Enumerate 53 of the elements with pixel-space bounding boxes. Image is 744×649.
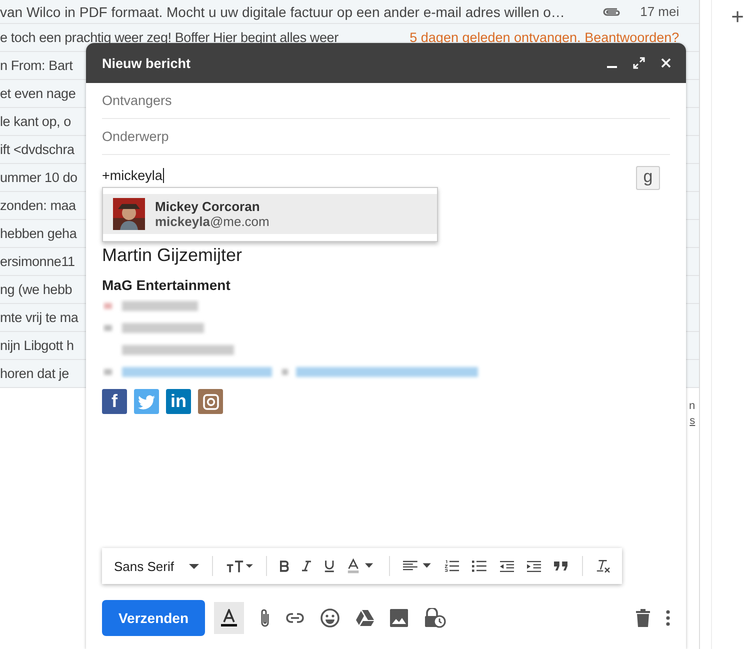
align-icon[interactable] xyxy=(403,560,432,572)
formatting-toggle-icon[interactable] xyxy=(214,602,244,634)
signature-name: Martin Gijzemijter xyxy=(102,245,244,266)
contact-name: Mickey Corcoran xyxy=(155,199,261,214)
footer-link[interactable]: s xyxy=(690,415,696,427)
send-button[interactable]: Verzenden xyxy=(102,600,205,636)
outdent-icon[interactable] xyxy=(500,560,514,572)
input-tools-button[interactable]: g xyxy=(636,166,660,190)
bulleted-list-icon[interactable] xyxy=(472,559,487,573)
contact-email: mickeyla@me.com xyxy=(155,214,270,229)
typed-text[interactable]: +mickeyla xyxy=(102,168,164,182)
font-dropdown[interactable]: Sans Serif xyxy=(114,558,199,574)
quote-icon[interactable] xyxy=(554,561,569,571)
clear-formatting-icon[interactable] xyxy=(596,558,610,574)
more-options-icon[interactable] xyxy=(666,610,670,626)
linkedin-icon[interactable]: in xyxy=(166,389,191,414)
email-snippet: ummer 10 do xyxy=(0,170,78,185)
email-snippet: mte vrij te ma xyxy=(0,310,78,325)
link-icon[interactable] xyxy=(286,613,304,623)
email-snippet: le kant op, o xyxy=(0,114,71,129)
expand-icon[interactable] xyxy=(633,57,645,69)
lock-clock-icon[interactable] xyxy=(424,608,446,628)
caret-icon xyxy=(188,564,199,568)
footer-text: n xyxy=(689,400,696,412)
numbered-list-icon[interactable] xyxy=(444,559,460,573)
email-snippet: ersimonne11 xyxy=(0,254,75,269)
trash-icon[interactable] xyxy=(636,609,650,627)
contact-suggestion[interactable]: Mickey Corcoran mickeyla@me.com xyxy=(103,194,437,234)
email-snippet: hebben geha xyxy=(0,226,77,241)
paperclip-icon[interactable] xyxy=(260,608,270,628)
email-snippet: ng (we hebb xyxy=(0,282,72,297)
italic-icon[interactable] xyxy=(302,560,311,572)
email-snippet: van Wilco in PDF formaat. Mocht u uw digitale factuur op een ander e-mail adres willen o… xyxy=(0,4,566,20)
email-snippet: horen dat je xyxy=(0,366,69,381)
email-date: 17 mei xyxy=(640,4,680,19)
image-icon[interactable] xyxy=(390,609,408,627)
close-icon[interactable] xyxy=(660,57,672,69)
bold-icon[interactable] xyxy=(280,560,289,572)
signature-company: MaG Entertainment xyxy=(102,277,232,293)
instagram-icon[interactable] xyxy=(198,389,223,414)
email-snippet: et even nage xyxy=(0,86,76,101)
email-snippet: nijn Libgott h xyxy=(0,338,74,353)
text-size-icon[interactable] xyxy=(226,559,253,573)
email-snippet: zonden: maa xyxy=(0,198,76,213)
email-snippet: ift <dvdschra xyxy=(0,142,74,157)
facebook-icon[interactable]: f xyxy=(102,389,127,414)
underline-icon[interactable] xyxy=(324,559,334,573)
triangle-drive-icon[interactable] xyxy=(356,610,374,626)
window-title: Nieuw bericht xyxy=(102,56,192,70)
add-button[interactable]: + xyxy=(731,6,744,28)
indent-icon[interactable] xyxy=(526,560,542,572)
email-snippet: n From: Bart xyxy=(0,58,73,73)
emoji-icon[interactable] xyxy=(320,608,340,628)
